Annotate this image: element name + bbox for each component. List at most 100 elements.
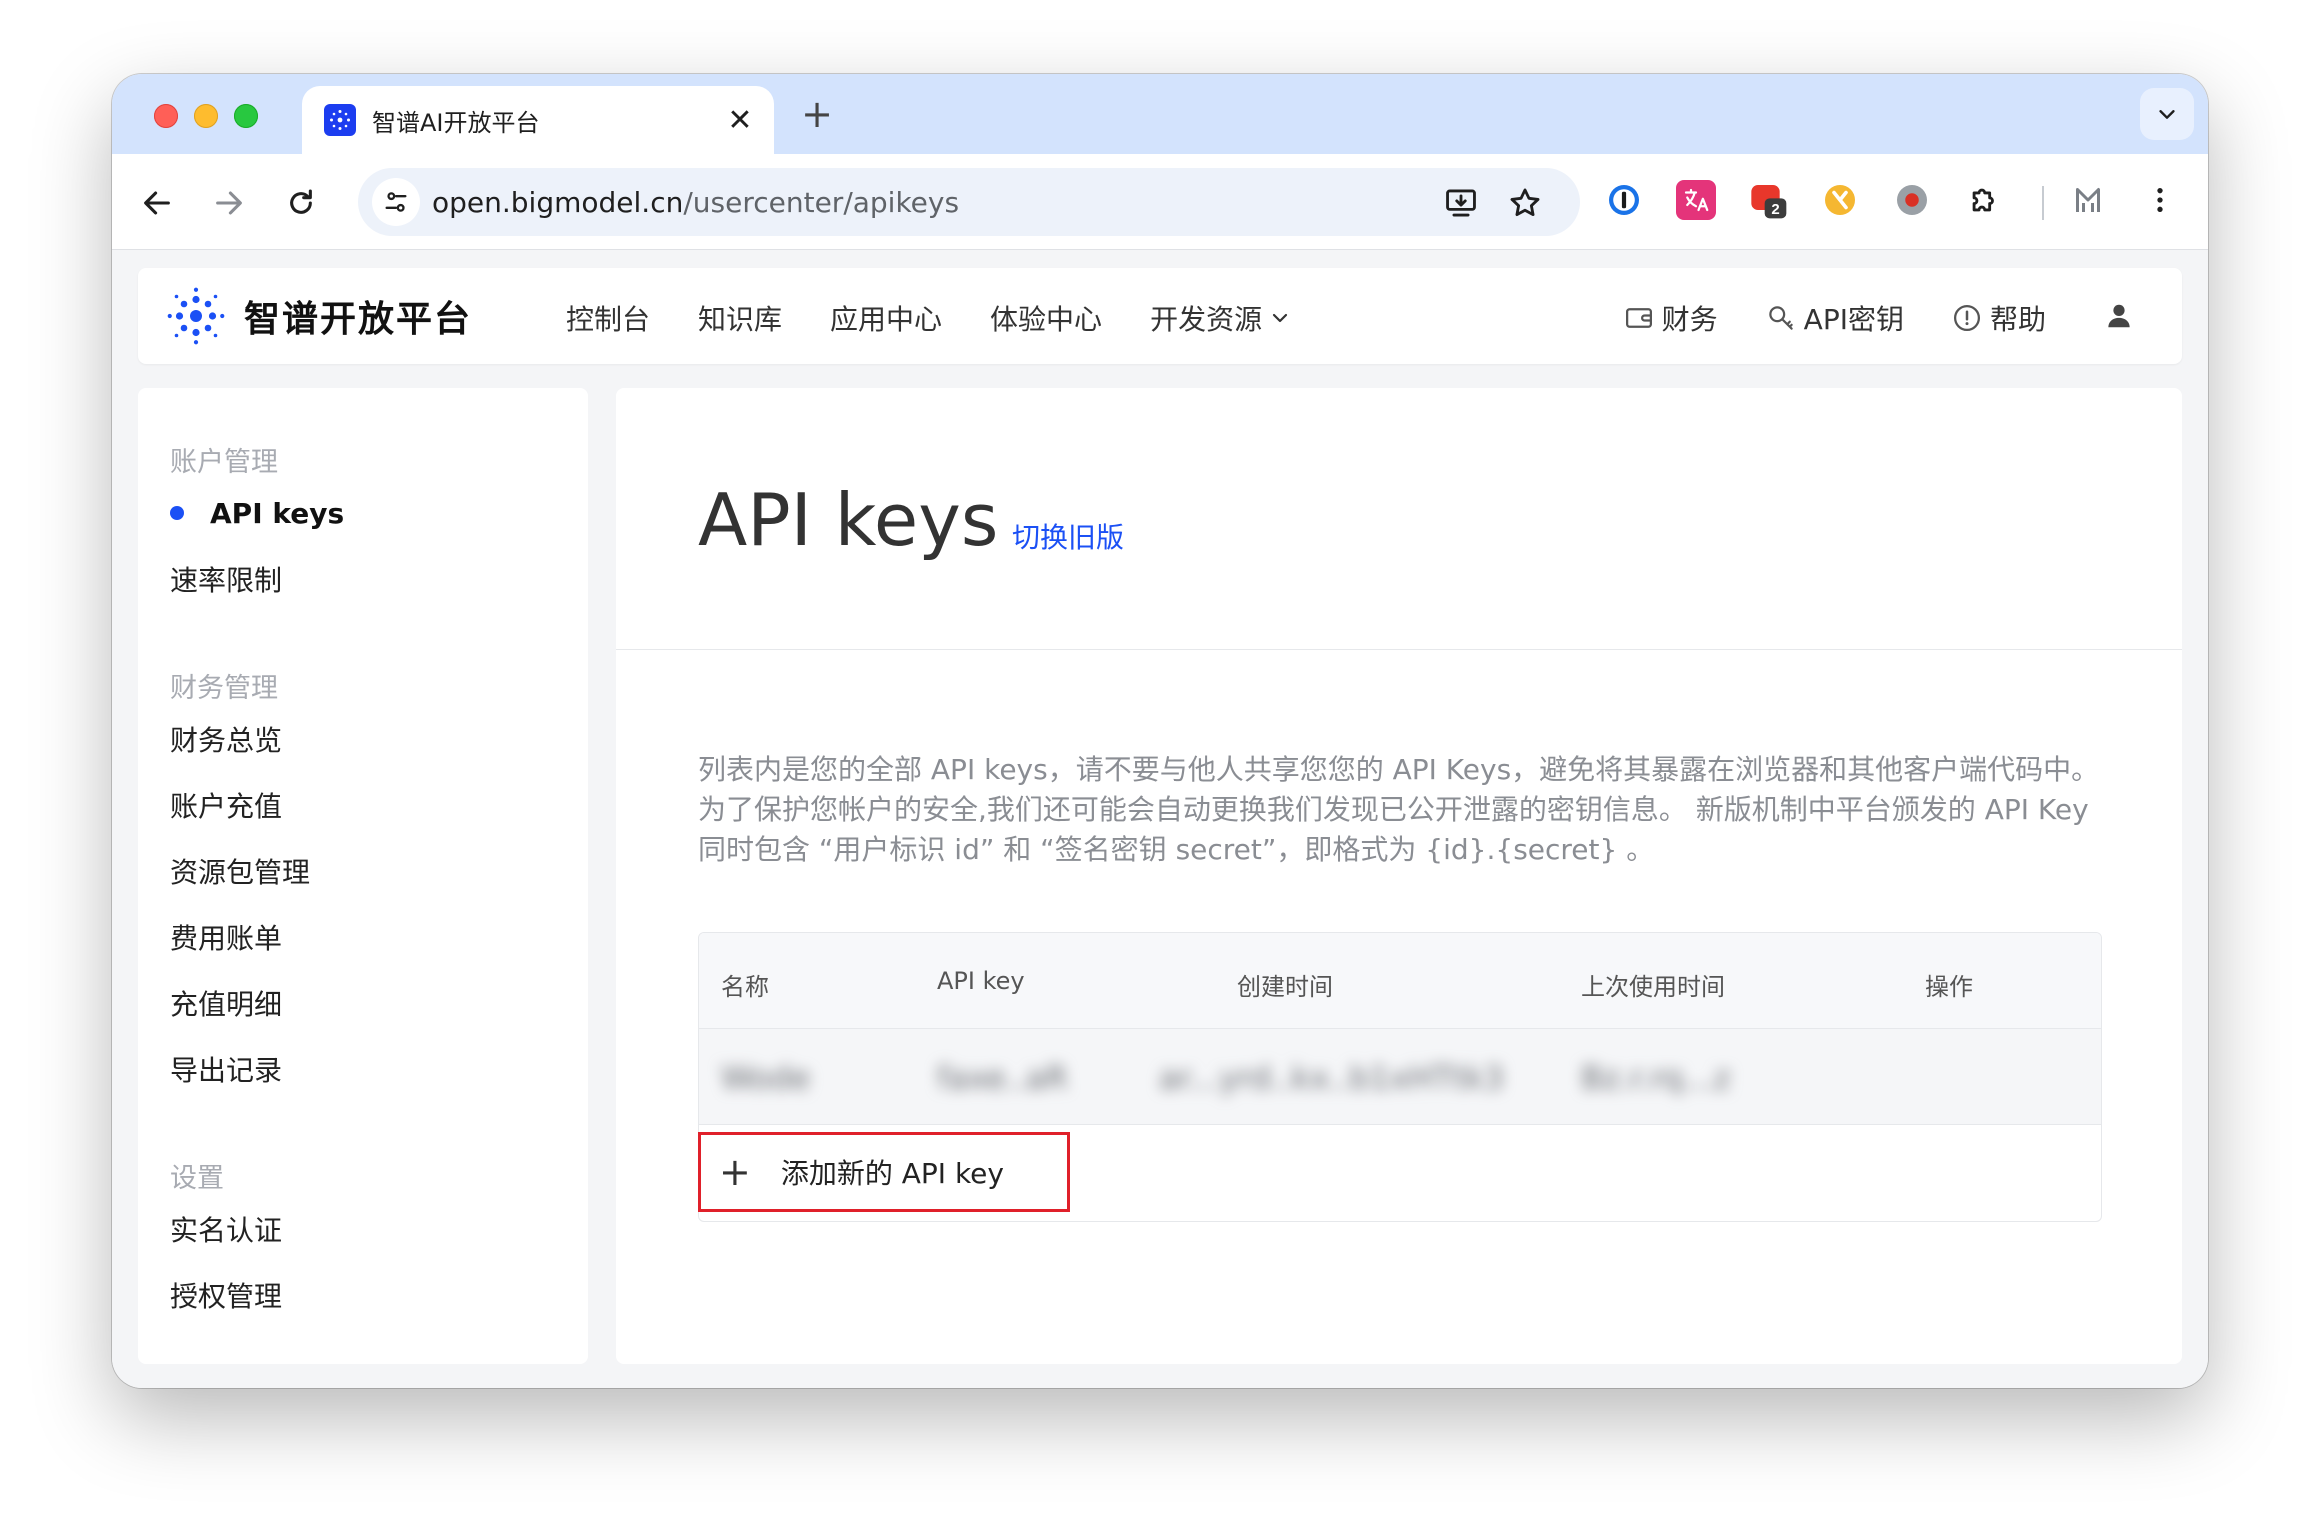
column-header-name: 名称: [721, 973, 769, 1001]
nav-finance[interactable]: 财务: [1624, 298, 1718, 338]
sidebar-item-api-keys[interactable]: API keys: [138, 480, 588, 546]
more-vertical-icon: [2157, 188, 2163, 212]
star-icon: [1510, 188, 1540, 217]
record-extension[interactable]: [1892, 180, 1932, 220]
back-button[interactable]: [132, 178, 182, 228]
dictionary-extension[interactable]: [1820, 180, 1860, 220]
description-line: 同时包含 “用户标识 id” 和 “签名密钥 secret”，即格式为 {id}…: [698, 833, 1655, 866]
switch-old-version-link[interactable]: 切换旧版: [1012, 516, 1124, 556]
sidebar-item-authorization[interactable]: 授权管理: [138, 1262, 588, 1328]
main-panel: API keys 切换旧版 列表内是您的全部 API keys，请不要与他人共享…: [616, 388, 2182, 1364]
column-header-api-key: API key: [937, 967, 1025, 995]
column-header-last-used: 上次使用时间: [1581, 973, 1725, 1001]
active-indicator-dot: [170, 506, 184, 520]
site-info-button[interactable]: [372, 178, 420, 226]
sidebar-item-identity-verification[interactable]: 实名认证: [138, 1196, 588, 1262]
table-row: Wode faxe..aR ar...yrd..kx..b1xHTtk3 Bz.…: [699, 1029, 2101, 1125]
key-icon: [1768, 306, 1793, 330]
reload-icon: [290, 189, 312, 214]
sidebar-item-export-records[interactable]: 导出记录: [138, 1036, 588, 1102]
wallet-icon: [1625, 308, 1652, 328]
nav-app-center[interactable]: 应用中心: [830, 298, 942, 338]
main-nav: 控制台 知识库 应用中心 体验中心 开发资源: [566, 298, 1340, 338]
arrow-left-icon: [144, 191, 170, 215]
logo-text: 智谱开放平台: [244, 299, 473, 340]
nav-console[interactable]: 控制台: [566, 298, 650, 338]
notes-extension-icon: 2: [1751, 185, 1787, 219]
puzzle-icon: [1972, 188, 1994, 212]
translate-icon: [1684, 188, 1709, 212]
sidebar-item-recharge-details[interactable]: 充值明细: [138, 970, 588, 1036]
sidebar-item-billing[interactable]: 费用账单: [138, 904, 588, 970]
tab-close-icon[interactable]: ✕: [724, 103, 756, 138]
nav-experience-center[interactable]: 体验中心: [990, 298, 1102, 338]
sidebar-item-rate-limit[interactable]: 速率限制: [138, 546, 588, 612]
nav-help[interactable]: 帮助: [1952, 298, 2046, 338]
api-key-cell: faxe..aR: [937, 1059, 1068, 1097]
extension-badge-count: 2: [1771, 201, 1779, 218]
bookmark-button[interactable]: [1506, 184, 1544, 222]
alert-circle-icon: [1953, 305, 1980, 331]
main-header: API keys 切换旧版: [616, 388, 2182, 650]
add-api-key-button[interactable]: + 添加新的 API key: [698, 1132, 1070, 1212]
user-icon: [2108, 304, 2130, 328]
chevron-down-icon: [2159, 110, 2175, 119]
nav-dev-resources-label: 开发资源: [1150, 303, 1263, 336]
translate-extension[interactable]: [1676, 180, 1716, 220]
sidebar-item-recharge[interactable]: 账户充值: [138, 772, 588, 838]
maximize-window-button[interactable]: [234, 104, 258, 128]
browser-tab-active[interactable]: 智谱AI开放平台 ✕: [302, 86, 774, 154]
nav-api-keys[interactable]: API密钥: [1766, 298, 1904, 338]
browser-window: 智谱AI开放平台 ✕ + open.bigmodel.cn/usercenter…: [112, 74, 2208, 1388]
user-avatar-button[interactable]: [2104, 301, 2134, 335]
api-keys-description: 列表内是您的全部 API keys，请不要与他人共享您您的 API Keys，避…: [698, 750, 2118, 870]
profile-extension-icon: [2076, 188, 2100, 212]
install-app-icon: [1446, 189, 1476, 217]
tab-title: 智谱AI开放平台: [372, 108, 540, 137]
sidebar-section-finance: 财务管理: [170, 673, 278, 704]
table-header: 名称 API key 创建时间 上次使用时间 操作: [699, 933, 2101, 1029]
forward-button[interactable]: [204, 178, 254, 228]
sidebar-item-label: API keys: [210, 496, 345, 530]
url-text[interactable]: open.bigmodel.cn/usercenter/apikeys: [432, 186, 959, 219]
profile-extension[interactable]: [2068, 180, 2108, 220]
chevron-down-icon: [1272, 313, 1288, 323]
nav-help-label: 帮助: [1989, 303, 2046, 336]
tab-search-button[interactable]: [2140, 88, 2194, 140]
api-key-secret-cell: ar...yrd..kx..b1xHTtk3: [1159, 1059, 1504, 1097]
sidebar-section-account: 账户管理: [170, 447, 278, 478]
sidebar-item-finance-overview[interactable]: 财务总览: [138, 706, 588, 772]
toolbar-separator: [2042, 186, 2044, 220]
record-extension-icon: [1897, 185, 1927, 215]
last-used-cell: Bz.r.rq...z: [1581, 1059, 1731, 1097]
url-path: /usercenter/apikeys: [683, 186, 960, 219]
close-window-button[interactable]: [154, 104, 178, 128]
arrow-right-icon: [216, 191, 242, 215]
browser-menu-button[interactable]: [2140, 180, 2180, 220]
url-host: open.bigmodel.cn: [432, 186, 684, 219]
sidebar-item-resource-packs[interactable]: 资源包管理: [138, 838, 588, 904]
sidebar: 账户管理 API keys 速率限制 财务管理 财务总览 账户充值 资源包管理 …: [138, 388, 588, 1364]
extensions-button[interactable]: [1964, 180, 2004, 220]
add-api-key-label: 添加新的 API key: [780, 1157, 1004, 1190]
new-tab-button[interactable]: +: [792, 92, 842, 136]
key-name-cell: Wode: [721, 1059, 811, 1097]
install-app-button[interactable]: [1442, 184, 1480, 222]
password-manager-extension[interactable]: [1604, 180, 1644, 220]
site-logo[interactable]: 智谱开放平台: [166, 286, 472, 346]
nav-dev-resources[interactable]: 开发资源: [1150, 298, 1292, 338]
nav-api-keys-label: API密钥: [1803, 303, 1904, 336]
page-title: API keys: [698, 478, 999, 562]
description-line: 列表内是您的全部 API keys，请不要与他人共享您您的 API Keys，避…: [698, 753, 2100, 786]
zhipu-favicon-icon: [324, 104, 356, 136]
sidebar-section-settings: 设置: [170, 1163, 224, 1194]
minimize-window-button[interactable]: [194, 104, 218, 128]
notes-extension[interactable]: 2: [1748, 180, 1788, 220]
nav-knowledge-base[interactable]: 知识库: [698, 298, 782, 338]
address-bar[interactable]: open.bigmodel.cn/usercenter/apikeys: [358, 168, 1580, 236]
reload-button[interactable]: [276, 178, 326, 228]
header-actions: 财务 API密钥 帮助: [1624, 298, 2182, 338]
password-manager-icon: [1609, 185, 1639, 215]
web-page: 智谱开放平台 控制台 知识库 应用中心 体验中心 开发资源 财务 API密钥 帮…: [112, 250, 2208, 1388]
tab-strip: 智谱AI开放平台 ✕ +: [112, 74, 2208, 154]
